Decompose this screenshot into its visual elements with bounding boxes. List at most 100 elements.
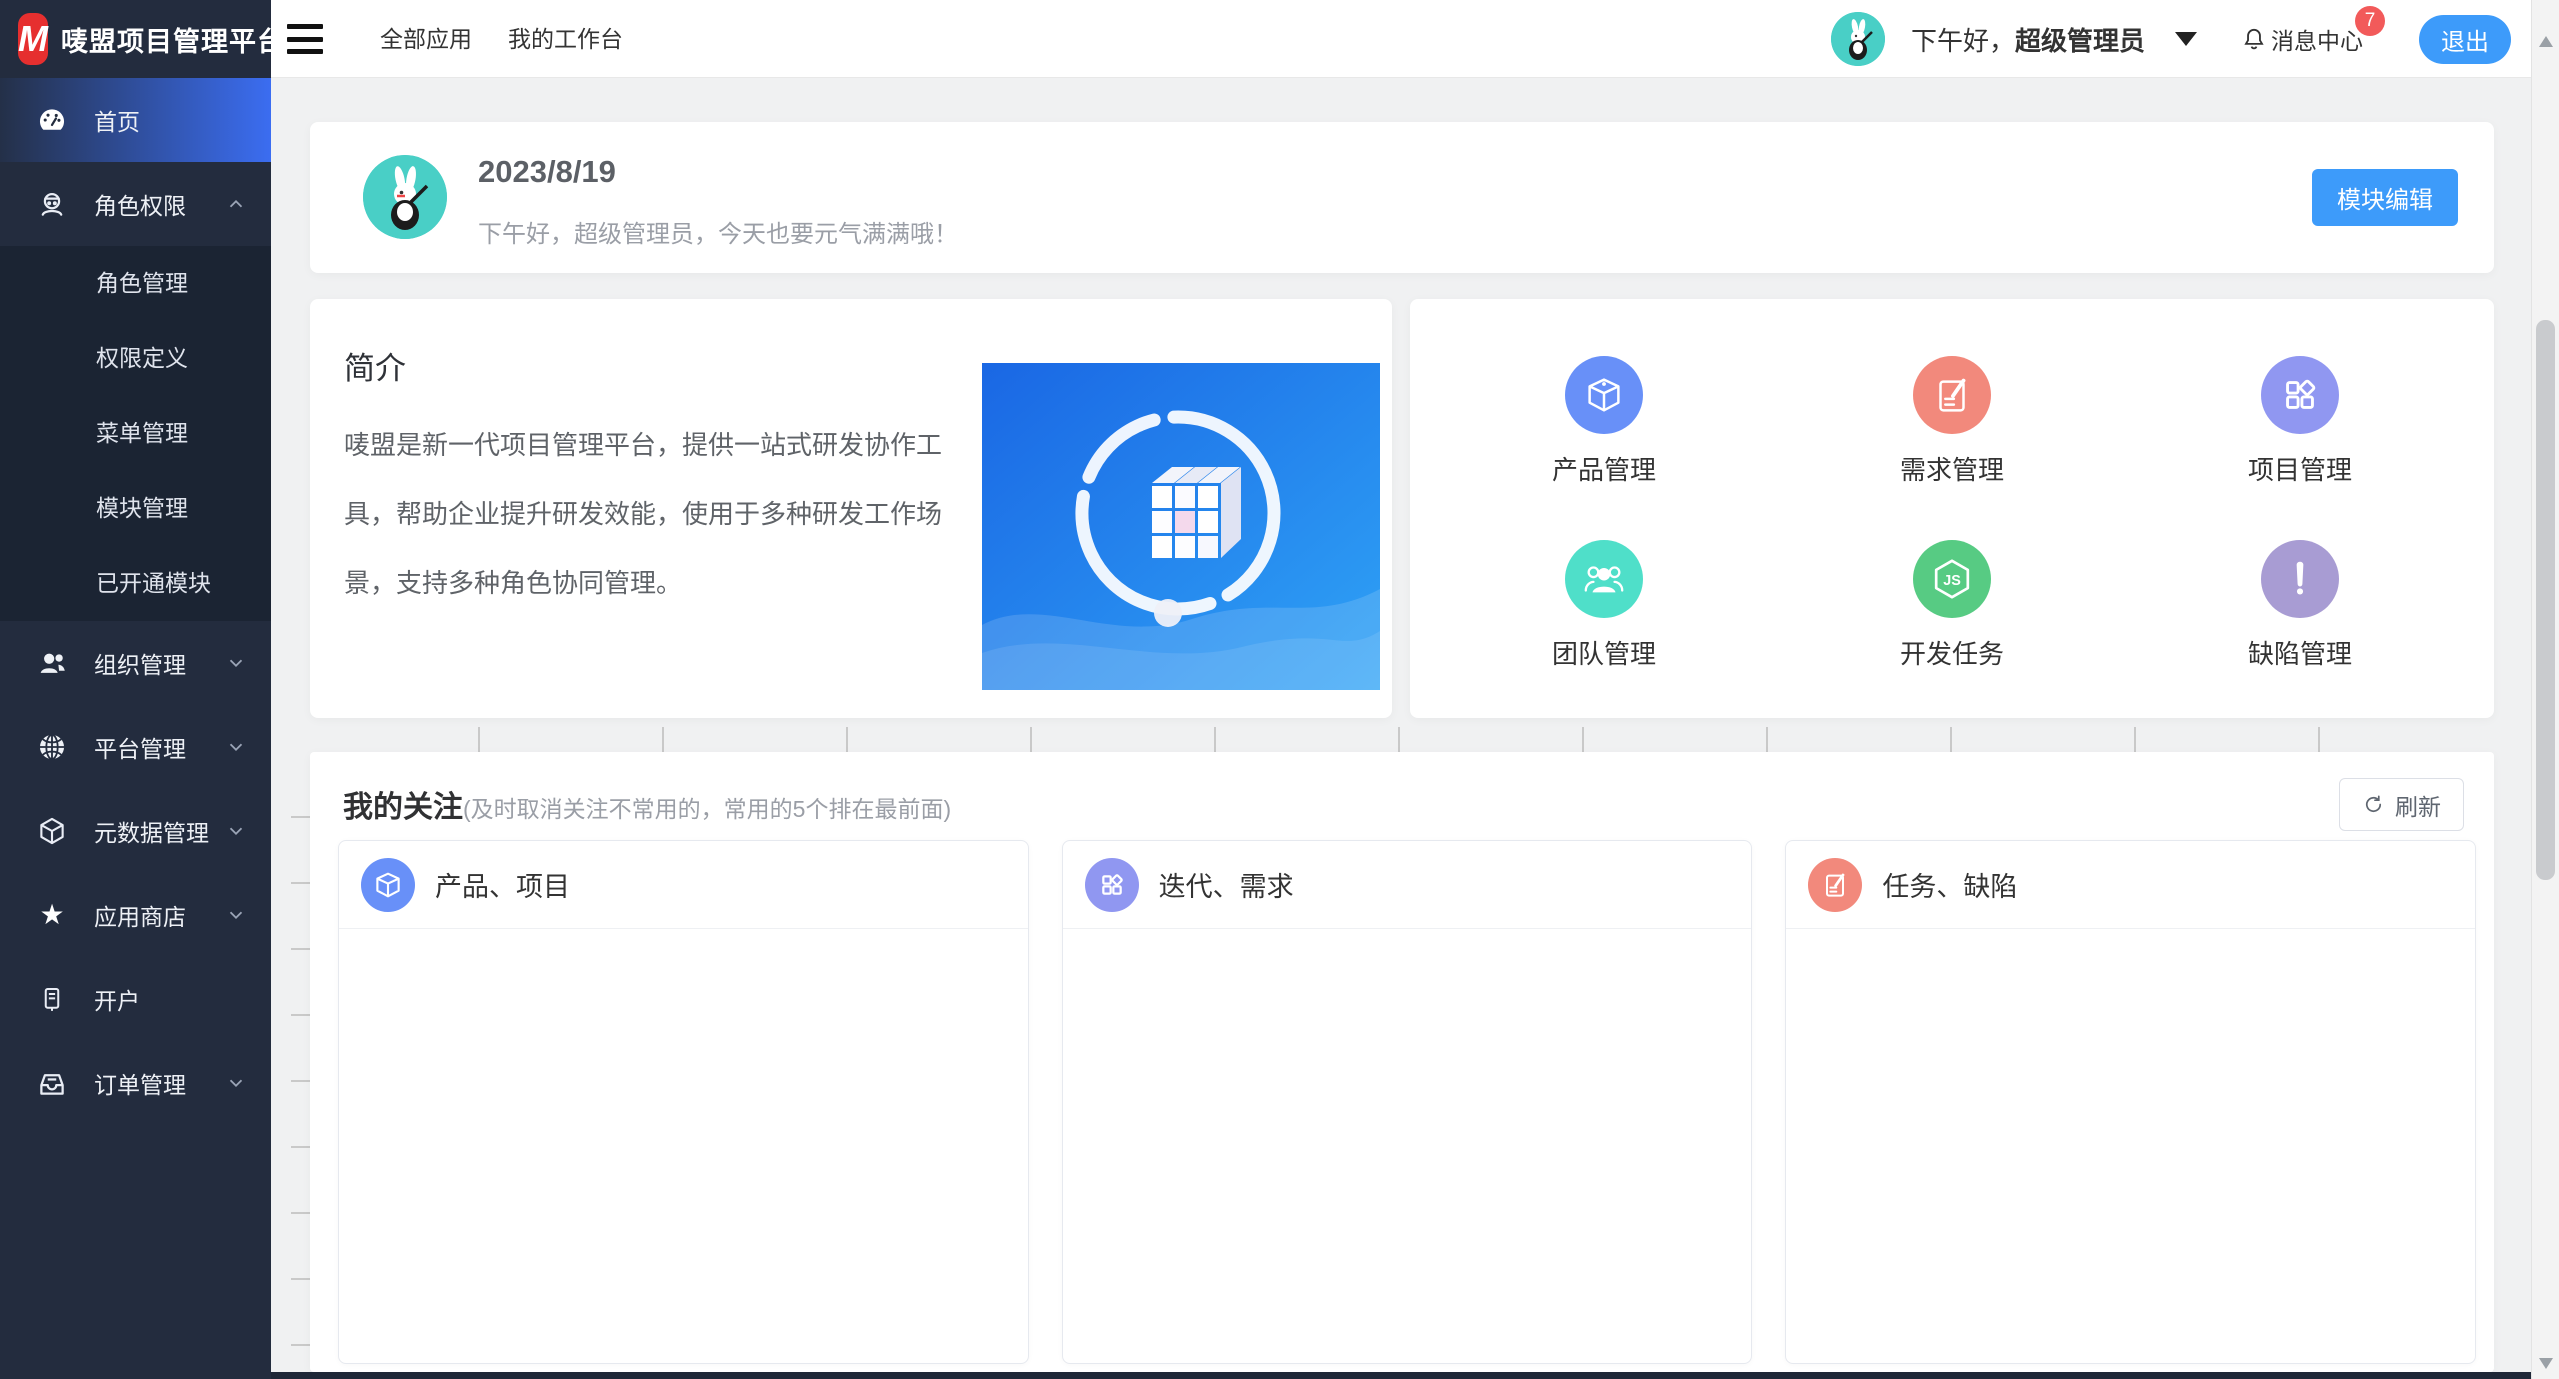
platform-globe-icon <box>34 729 70 765</box>
sidebar-subitem-role-management[interactable]: 角色管理 <box>0 246 271 321</box>
intro-illustration <box>982 363 1380 690</box>
app-item-defect[interactable]: 缺陷管理 <box>2126 514 2474 699</box>
sidebar-item-home[interactable]: 首页 <box>0 78 271 162</box>
welcome-avatar <box>363 155 447 239</box>
message-center-link[interactable]: 消息中心 7 <box>2241 22 2363 56</box>
chevron-up-icon <box>225 193 247 215</box>
welcome-message: 下午好，超级管理员，今天也要元气满满哦！ <box>478 214 958 249</box>
greeting-text[interactable]: 下午好，超级管理员 <box>1911 21 2145 58</box>
app-label: 项目管理 <box>2248 450 2352 487</box>
module-edit-button[interactable]: 模块编辑 <box>2312 169 2458 226</box>
welcome-card: 2023/8/19 下午好，超级管理员，今天也要元气满满哦！ 模块编辑 <box>310 122 2494 273</box>
sidebar-item-label: 角色权限 <box>94 187 225 221</box>
rabbit-avatar-icon <box>363 155 447 239</box>
sidebar-subitem-opened-modules[interactable]: 已开通模块 <box>0 546 271 621</box>
focus-cards-row: 产品、项目 迭代、需求 <box>338 840 2476 1364</box>
tab-all-apps[interactable]: 全部应用 <box>380 0 472 78</box>
sidebar-subitem-menu-management[interactable]: 菜单管理 <box>0 396 271 471</box>
focus-card-product-project: 产品、项目 <box>338 840 1029 1364</box>
app-item-team[interactable]: 团队管理 <box>1430 514 1778 699</box>
my-focus-title: 我的关注 <box>343 782 463 826</box>
scroll-up-icon[interactable] <box>2539 36 2553 47</box>
metadata-cube-icon <box>34 813 70 849</box>
sidebar-item-role-permission[interactable]: 角色权限 <box>0 162 271 246</box>
sidebar-item-appstore[interactable]: ★ 应用商店 <box>0 873 271 957</box>
top-header: M 唛盟项目管理平台 全部应用 我的工作台 下午好，超级管理员 <box>0 0 2559 78</box>
my-focus-hint: (及时取消关注不常用的，常用的5个排在最前面) <box>463 790 951 824</box>
header-right-cluster: 下午好，超级管理员 消息中心 7 退出 <box>1831 0 2511 78</box>
focus-card-title: 任务、缺陷 <box>1882 865 2017 904</box>
my-focus-header: 我的关注 (及时取消关注不常用的，常用的5个排在最前面) <box>343 782 951 826</box>
sidebar-item-platform[interactable]: 平台管理 <box>0 705 271 789</box>
app-label: 团队管理 <box>1552 634 1656 671</box>
chevron-down-icon <box>225 736 247 758</box>
app-logo: M 唛盟项目管理平台 <box>0 0 271 78</box>
intro-text: 唛盟是新一代项目管理平台，提供一站式研发协作工具，帮助企业提升研发效能，使用于多… <box>344 411 984 618</box>
sidebar-item-label: 应用商店 <box>94 898 225 932</box>
user-avatar[interactable] <box>1831 12 1885 66</box>
role-icon <box>34 186 70 222</box>
devtask-js-icon: JS <box>1913 540 1991 618</box>
logo-m-icon: M <box>18 13 48 65</box>
requirement-doc-icon <box>1808 858 1862 912</box>
greeting-prefix: 下午好， <box>1911 26 2015 56</box>
focus-card-iteration-requirement: 迭代、需求 <box>1062 840 1753 1364</box>
my-focus-panel: 我的关注 (及时取消关注不常用的，常用的5个排在最前面) 刷新 产品、项目 <box>310 752 2494 1372</box>
user-menu-caret-icon[interactable] <box>2175 32 2197 46</box>
product-cube-icon <box>1565 356 1643 434</box>
current-username: 超级管理员 <box>2015 26 2145 56</box>
horizontal-tick-band <box>310 727 2494 753</box>
logout-button[interactable]: 退出 <box>2419 15 2511 64</box>
app-item-requirement[interactable]: 需求管理 <box>1778 329 2126 514</box>
orders-icon <box>34 1065 70 1101</box>
app-item-product[interactable]: 产品管理 <box>1430 329 1778 514</box>
requirement-doc-icon <box>1913 356 1991 434</box>
appstore-star-icon: ★ <box>34 897 70 933</box>
sidebar-item-label: 首页 <box>94 103 247 137</box>
sidebar-item-orders[interactable]: 订单管理 <box>0 1041 271 1125</box>
sidebar-item-metadata[interactable]: 元数据管理 <box>0 789 271 873</box>
project-blocks-icon <box>2261 356 2339 434</box>
focus-card-title: 迭代、需求 <box>1159 865 1294 904</box>
sidebar-item-account-opening[interactable]: 开户 <box>0 957 271 1041</box>
chevron-down-icon <box>225 1072 247 1094</box>
tab-my-workbench[interactable]: 我的工作台 <box>508 0 623 78</box>
message-count-badge: 7 <box>2355 6 2385 36</box>
intro-title: 简介 <box>344 343 406 388</box>
sidebar-item-label: 组织管理 <box>94 646 225 680</box>
app-item-project[interactable]: 项目管理 <box>2126 329 2474 514</box>
apps-card: 产品管理 需求管理 <box>1410 299 2494 718</box>
intro-card: 简介 唛盟是新一代项目管理平台，提供一站式研发协作工具，帮助企业提升研发效能，使… <box>310 299 1392 718</box>
welcome-date: 2023/8/19 <box>478 154 616 190</box>
sidebar-item-label: 平台管理 <box>94 730 225 764</box>
page-scrollbar[interactable] <box>2531 0 2559 1379</box>
chevron-down-icon <box>225 652 247 674</box>
scrollbar-thumb[interactable] <box>2536 320 2555 880</box>
menu-toggle-icon[interactable] <box>287 24 323 54</box>
focus-card-task-defect: 任务、缺陷 <box>1785 840 2476 1364</box>
focus-card-header: 产品、项目 <box>339 841 1028 929</box>
rabbit-avatar-icon <box>1831 12 1885 66</box>
sidebar-item-label: 开户 <box>94 982 247 1016</box>
sidebar-subitem-module-management[interactable]: 模块管理 <box>0 471 271 546</box>
apps-grid: 产品管理 需求管理 <box>1430 329 2474 698</box>
refresh-button[interactable]: 刷新 <box>2339 778 2464 831</box>
chevron-down-icon <box>225 820 247 842</box>
team-people-icon <box>1565 540 1643 618</box>
dashboard-icon <box>34 102 70 138</box>
app-label: 需求管理 <box>1900 450 2004 487</box>
focus-card-title: 产品、项目 <box>435 865 570 904</box>
app-root: M 唛盟项目管理平台 全部应用 我的工作台 下午好，超级管理员 <box>0 0 2559 1379</box>
svg-text:JS: JS <box>1943 573 1961 589</box>
focus-card-header: 任务、缺陷 <box>1786 841 2475 929</box>
sidebar-subitem-permission-definition[interactable]: 权限定义 <box>0 321 271 396</box>
role-permission-submenu: 角色管理 权限定义 菜单管理 模块管理 已开通模块 <box>0 246 271 621</box>
project-blocks-icon <box>1085 858 1139 912</box>
account-opening-icon <box>34 981 70 1017</box>
app-label: 开发任务 <box>1900 634 2004 671</box>
sidebar-item-organization[interactable]: 组织管理 <box>0 621 271 705</box>
app-item-devtask[interactable]: JS 开发任务 <box>1778 514 2126 699</box>
defect-exclamation-icon <box>2261 540 2339 618</box>
app-title: 唛盟项目管理平台 <box>61 20 285 59</box>
scroll-down-icon[interactable] <box>2539 1358 2553 1369</box>
